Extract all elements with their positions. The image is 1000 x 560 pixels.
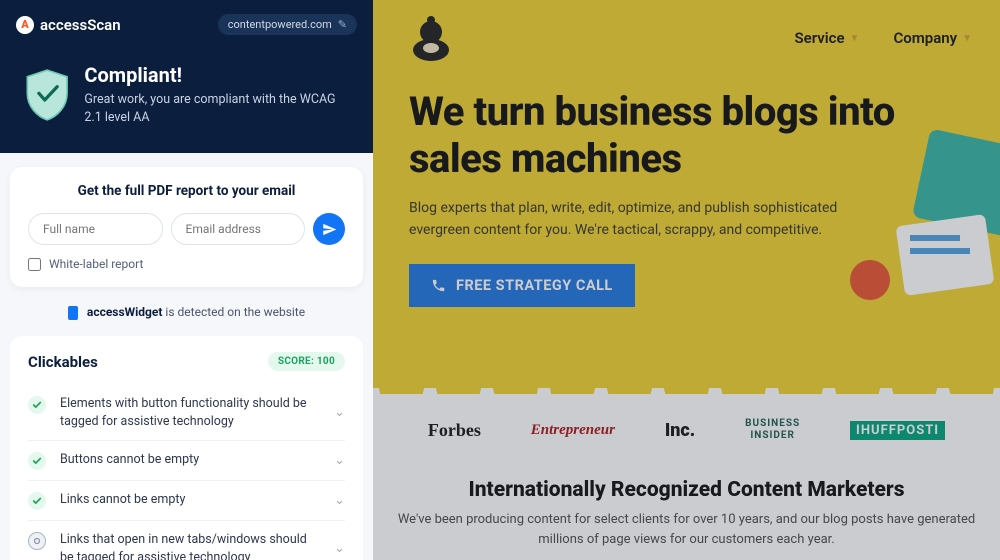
press-logos: Forbes Entrepreneur Inc. BUSINESSINSIDER… <box>397 418 976 442</box>
domain-pill[interactable]: contentpowered.com ✎ <box>218 14 357 35</box>
hero-sub: Blog experts that plan, write, edit, opt… <box>409 198 839 241</box>
phone-icon <box>431 278 446 293</box>
email-input[interactable] <box>171 213 306 245</box>
accessscan-sidebar: A accessScan contentpowered.com ✎ Compli… <box>0 0 373 560</box>
detection-name: accessWidget <box>87 305 163 319</box>
compliant-title: Compliant! <box>84 63 349 87</box>
chevron-down-icon: ▼ <box>962 33 972 44</box>
chevron-down-icon: ⌄ <box>334 453 345 468</box>
website-preview: Service▼ Company▼ We turn business blogs… <box>373 0 1000 560</box>
clickables-section: Clickables SCORE: 100 Elements with butt… <box>10 336 363 560</box>
check-item[interactable]: Links cannot be empty ⌄ <box>28 480 345 520</box>
chevron-down-icon: ⌄ <box>334 493 345 508</box>
detection-banner: accessWidget is detected on the website <box>0 297 373 336</box>
report-form <box>28 213 345 245</box>
detection-suffix: is detected on the website <box>162 305 305 319</box>
recognition-body: We've been producing content for select … <box>397 510 976 549</box>
fullname-input[interactable] <box>28 213 163 245</box>
check-list: Elements with button functionality shoul… <box>28 385 345 560</box>
chevron-down-icon: ⌄ <box>334 405 345 420</box>
report-card: Get the full PDF report to your email Wh… <box>10 167 363 287</box>
logo-huffpost: IHUFFPOSTI <box>850 421 945 440</box>
section-title: Clickables <box>28 353 98 371</box>
check-item[interactable]: Elements with button functionality shoul… <box>28 385 345 440</box>
site-nav: Service▼ Company▼ <box>409 14 972 62</box>
check-pass-icon <box>28 452 46 470</box>
logo-forbes: Forbes <box>428 420 481 441</box>
brand: A accessScan <box>16 16 121 34</box>
brand-logo-icon: A <box>16 16 34 34</box>
check-pass-icon <box>28 492 46 510</box>
logo-business-insider: BUSINESSINSIDER <box>745 418 800 442</box>
send-report-button[interactable] <box>313 213 345 245</box>
check-item[interactable]: Buttons cannot be empty ⌄ <box>28 440 345 480</box>
torn-edge <box>373 372 1000 394</box>
cta-button[interactable]: FREE STRATEGY CALL <box>409 264 635 307</box>
check-text: Elements with button functionality shoul… <box>60 395 320 430</box>
whitelabel-checkbox-row[interactable]: White-label report <box>28 257 345 271</box>
nav-company[interactable]: Company▼ <box>893 29 972 47</box>
chevron-down-icon: ⌄ <box>334 541 345 556</box>
sidebar-header: A accessScan contentpowered.com ✎ Compli… <box>0 0 373 153</box>
check-pass-icon <box>28 396 46 414</box>
brand-name: accessScan <box>40 16 121 34</box>
whitelabel-checkbox[interactable] <box>28 258 41 271</box>
score-badge: SCORE: 100 <box>268 352 345 371</box>
paper-plane-icon <box>322 222 337 237</box>
whitelabel-label: White-label report <box>49 257 143 271</box>
compliant-text: Compliant! Great work, you are compliant… <box>84 63 349 127</box>
below-hero: Forbes Entrepreneur Inc. BUSINESSINSIDER… <box>373 388 1000 549</box>
scanned-domain: contentpowered.com <box>228 18 332 31</box>
brand-row: A accessScan contentpowered.com ✎ <box>16 14 357 35</box>
edit-icon[interactable]: ✎ <box>338 18 347 31</box>
section-head: Clickables SCORE: 100 <box>28 352 345 371</box>
logo-inc: Inc. <box>665 420 695 441</box>
check-text: Links cannot be empty <box>60 491 320 509</box>
check-item[interactable]: Links that open in new tabs/windows shou… <box>28 520 345 560</box>
nav-links: Service▼ Company▼ <box>794 29 972 47</box>
compliant-message: Great work, you are compliant with the W… <box>84 91 349 127</box>
mascot-logo-icon <box>409 14 453 62</box>
check-info-icon <box>28 532 46 550</box>
cta-label: FREE STRATEGY CALL <box>456 277 613 294</box>
report-title: Get the full PDF report to your email <box>28 183 345 199</box>
chevron-down-icon: ▼ <box>850 33 860 44</box>
nav-service[interactable]: Service▼ <box>794 29 859 47</box>
logo-entrepreneur: Entrepreneur <box>531 422 615 439</box>
check-text: Links that open in new tabs/windows shou… <box>60 531 320 560</box>
check-text: Buttons cannot be empty <box>60 451 320 469</box>
hero-illustration <box>840 100 1000 320</box>
hero-section: Service▼ Company▼ We turn business blogs… <box>373 0 1000 388</box>
compliant-block: Compliant! Great work, you are compliant… <box>16 63 357 127</box>
recognition-title: Internationally Recognized Content Marke… <box>397 478 976 502</box>
widget-icon <box>68 306 78 320</box>
shield-icon <box>24 63 70 127</box>
recognition-section: Internationally Recognized Content Marke… <box>397 478 976 549</box>
